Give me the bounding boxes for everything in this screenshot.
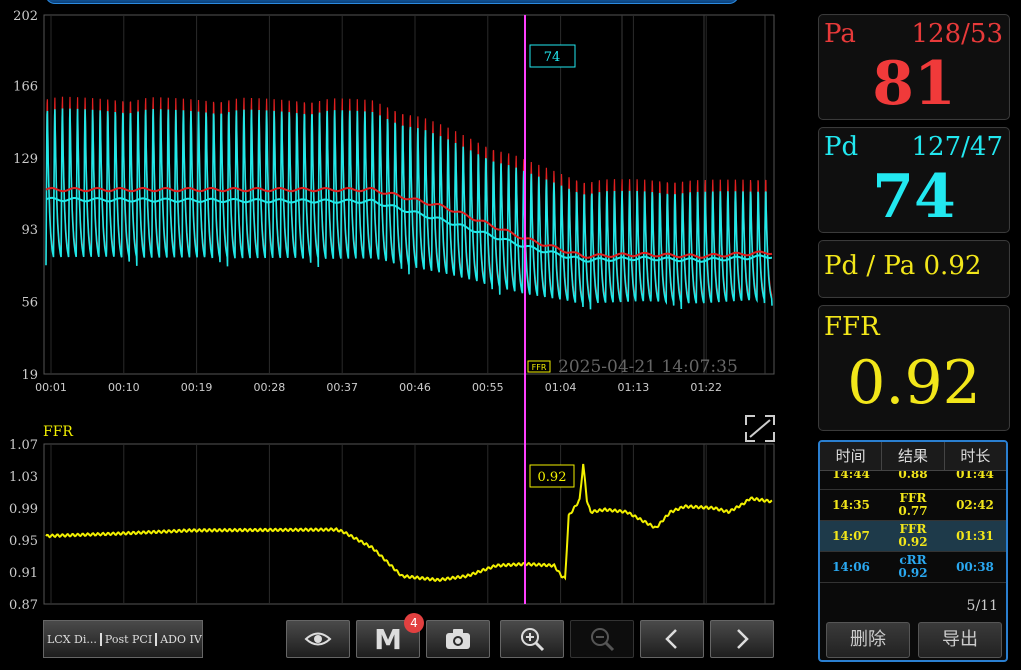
expand-icon[interactable] <box>745 415 775 442</box>
results-table-header: 时间 结果 时长 <box>820 442 1006 471</box>
row-duration: 00:49 <box>944 583 1006 591</box>
y-tick-label: 1.07 <box>9 438 38 453</box>
row-duration: 01:44 <box>956 471 994 481</box>
row-time: 14:35 <box>832 497 870 512</box>
row-result: FFR 0.77 <box>882 490 944 520</box>
pd-mean-value: 74 <box>872 162 956 232</box>
row-time: 14:44 <box>832 471 870 481</box>
x-tick-label: 00:19 <box>181 381 213 394</box>
row-value: 0.92 <box>898 566 928 580</box>
x-tick-label: 00:37 <box>326 381 358 394</box>
row-time: 13:53 <box>820 583 882 591</box>
row-duration: 00:38 <box>956 559 994 574</box>
row-result: FFR 0.92 <box>882 521 944 551</box>
pd-pa-ratio: Pd / Pa 0.92 <box>824 251 982 281</box>
run-tabs[interactable]: LCX Di... Post PCI ADO IV <box>43 620 203 658</box>
x-tick-label: 01:04 <box>545 381 577 394</box>
chevron-right-icon <box>737 629 749 649</box>
pa-readout-panel: Pa 128/53 81 <box>818 14 1010 120</box>
pager: 5/11 <box>966 598 998 614</box>
y-tick-label: 0.91 <box>9 566 38 581</box>
tab-ado-iv[interactable]: ADO IV <box>157 633 205 646</box>
row-result: cRR <box>882 583 944 591</box>
chevron-left-icon <box>665 629 677 649</box>
zoom-in-icon <box>521 628 545 652</box>
row-time: 14:06 <box>832 559 870 574</box>
table-row[interactable]: 14:44 0.88 01:44 <box>820 471 1006 490</box>
ffr-readout-panel: FFR 0.92 <box>818 305 1010 431</box>
time-x-axis: 00:01 00:10 00:19 00:28 00:37 00:46 00:55 01:04… <box>35 381 722 394</box>
timestamp: 2025-04-21 14:07:35 <box>558 357 738 377</box>
ffr-marker-label: FFR <box>532 363 547 372</box>
zoom-out-button[interactable] <box>570 620 634 658</box>
x-tick-label: 01:13 <box>618 381 650 394</box>
y-tick-label: 0.87 <box>9 598 38 612</box>
row-duration: 02:42 <box>956 497 994 512</box>
pa-label: Pa <box>824 19 856 49</box>
x-tick-label: 00:10 <box>108 381 140 394</box>
row-value: 0.88 <box>898 471 928 481</box>
results-list[interactable]: 14:44 0.88 01:44 14:35 FFR 0.77 02:42 14:07 FFR 0… <box>820 471 1006 591</box>
row-value: 0.77 <box>898 504 928 518</box>
next-button[interactable] <box>710 620 774 658</box>
camera-icon <box>446 629 470 649</box>
y-tick-label: 0.99 <box>9 502 38 517</box>
pa-mean-value: 81 <box>872 49 956 119</box>
delete-button[interactable]: 删除 <box>826 622 910 658</box>
pd-systolic-diastolic: 127/47 <box>911 132 1003 162</box>
x-tick-label: 00:01 <box>35 381 67 394</box>
snapshot-button[interactable] <box>426 620 490 658</box>
row-duration: 01:31 <box>956 528 994 543</box>
row-value: 0.92 <box>898 535 928 549</box>
table-row[interactable]: 13:53cRR00:49 <box>820 583 1006 591</box>
y-tick-label: 0.95 <box>9 534 38 549</box>
row-time: 14:07 <box>832 528 870 543</box>
row-result: cRR 0.92 <box>882 552 944 582</box>
ffr-value: 0.92 <box>847 348 981 418</box>
tab-post-pci[interactable]: Post PCI <box>102 632 158 646</box>
cursor-ffr-label: 0.92 <box>538 470 567 485</box>
ffr-plot-frame <box>43 443 775 605</box>
pressure-chart-area[interactable]: 202166129935619 00:01 00:10 00:19 00:28 00:3… <box>0 0 812 612</box>
table-row[interactable]: 14:06 cRR 0.92 00:38 <box>820 552 1006 583</box>
tab-lcx[interactable]: LCX Di... <box>44 632 102 646</box>
zoom-out-icon <box>591 628 615 652</box>
header-duration: 时长 <box>960 447 991 465</box>
y-tick-label: 56 <box>21 295 38 310</box>
x-tick-label: 00:46 <box>399 381 431 394</box>
header-result: 结果 <box>882 442 945 470</box>
y-tick-label: 166 <box>13 80 38 95</box>
y-tick-label: 202 <box>13 9 38 24</box>
y-tick-label: 129 <box>13 152 38 167</box>
table-row[interactable]: 14:35 FFR 0.77 02:42 <box>820 490 1006 521</box>
pa-systolic-diastolic: 128/53 <box>911 19 1003 49</box>
y-tick-label: 93 <box>21 223 38 238</box>
y-tick-label: 1.03 <box>9 470 38 485</box>
view-button[interactable] <box>286 620 350 658</box>
pd-readout-panel: Pd 127/47 74 <box>818 127 1010 233</box>
pd-pa-ratio-panel: Pd / Pa 0.92 <box>818 240 1010 298</box>
mark-count-badge: 4 <box>404 613 424 633</box>
m-icon: M <box>374 622 402 656</box>
ffr-plot-title: FFR <box>43 424 73 440</box>
x-tick-label: 01:22 <box>690 381 722 394</box>
header-time: 时间 <box>820 442 883 470</box>
eye-icon <box>304 632 332 646</box>
ffr-y-axis: 1.07 1.03 0.99 0.95 0.91 0.87 <box>9 438 38 612</box>
ffr-label: FFR <box>824 312 880 342</box>
export-button[interactable]: 导出 <box>918 622 1002 658</box>
pressure-y-axis: 202166129935619 <box>13 9 38 383</box>
previous-button[interactable] <box>640 620 704 658</box>
x-tick-label: 00:28 <box>254 381 286 394</box>
zoom-in-button[interactable] <box>500 620 564 658</box>
results-table[interactable]: 时间 结果 时长 14:44 0.88 01:44 14:35 FFR 0.77 02:42… <box>818 440 1008 662</box>
x-tick-label: 00:55 <box>472 381 504 394</box>
table-row[interactable]: 14:07 FFR 0.92 01:31 <box>820 521 1006 552</box>
pd-label: Pd <box>824 132 859 162</box>
row-result: 0.88 <box>882 471 944 489</box>
cursor-pd-label: 74 <box>544 50 561 65</box>
